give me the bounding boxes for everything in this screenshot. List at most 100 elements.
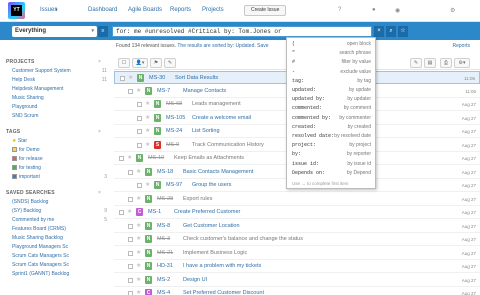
priority-badge[interactable]: N [154, 127, 161, 135]
saved-search-item[interactable]: Sprint1 (GANNT) Backlog [12, 271, 69, 277]
issue-summary-link[interactable]: Create Preferred Customer [174, 209, 240, 215]
autocomplete-key[interactable]: resolved date: [292, 133, 334, 139]
sort-info-link[interactable]: The results are sorted by: Updated. Save [177, 43, 268, 49]
priority-badge[interactable]: N [145, 275, 152, 284]
avatar[interactable]: ◉ [395, 7, 400, 14]
table-row[interactable]: ★ N MS-3 Check customer's balance and chang… [114, 233, 480, 246]
issue-summary-link[interactable]: Track Communication History [192, 142, 264, 148]
priority-badge[interactable]: N [154, 113, 161, 122]
sidebar-project-snd-scrum[interactable]: SND Scrum [12, 113, 38, 119]
saved-search-item[interactable]: Commented by me 5 [12, 217, 107, 223]
priority-badge[interactable]: C [145, 289, 152, 295]
row-checkbox[interactable] [119, 210, 124, 215]
priority-badge[interactable]: N [145, 221, 152, 230]
saved-search-item[interactable]: Features Board (CRMS) [12, 226, 66, 232]
issue-id-link[interactable]: MS-4 [157, 290, 170, 295]
issue-summary-link[interactable]: Export rules [183, 196, 212, 202]
issue-id-link[interactable]: MS-97 [166, 182, 182, 188]
issue-id-link[interactable]: MS-18 [157, 169, 173, 175]
row-checkbox[interactable] [128, 264, 133, 269]
table-row[interactable]: ★ C MS-1 Create Preferred Customer Aug 27 [114, 206, 480, 219]
sidebar-tag-star[interactable]: ★ Star [12, 138, 27, 144]
issue-id-link[interactable]: MS-68 [166, 101, 182, 107]
star-icon[interactable]: ★ [145, 181, 150, 188]
saved-search-item[interactable]: (SY) Backlog 9 [12, 208, 107, 214]
row-checkbox[interactable] [128, 223, 133, 229]
star-icon[interactable]: ★ [145, 141, 150, 148]
issue-id-link[interactable]: MS-105 [166, 115, 185, 121]
priority-badge[interactable]: N [145, 86, 152, 95]
star-icon[interactable]: ★ [136, 87, 141, 94]
star-icon[interactable]: ★ [145, 100, 150, 107]
issue-summary-link[interactable]: Sort Data Results [175, 75, 218, 81]
help-icon[interactable]: ? [338, 7, 341, 13]
sidebar-project-music-sharing[interactable]: Music Sharing [12, 95, 44, 101]
issue-summary-link[interactable]: I have a problem with my tickets [183, 263, 261, 269]
reports-dropdown[interactable]: Reports [452, 43, 470, 49]
priority-badge[interactable]: C [136, 208, 143, 216]
issue-summary-link[interactable]: Basic Contacts Management [183, 169, 253, 175]
autocomplete-key[interactable]: Depends on: [292, 170, 325, 176]
issue-id-link[interactable]: MS-2 [157, 277, 170, 283]
nav-dashboard[interactable]: Dashboard [88, 7, 117, 13]
issue-summary-link[interactable]: List Sorting [192, 128, 220, 134]
issue-summary-link[interactable]: Leads management [192, 101, 241, 107]
autocomplete-key[interactable]: commented: [292, 105, 322, 111]
table-row[interactable]: ★ C MS-4 Set Preferred Customer Discount Aug… [114, 287, 480, 295]
sidebar-tag-important[interactable]: important 3 [12, 174, 107, 180]
issue-id-link[interactable]: MS-8 [157, 223, 170, 229]
collapse-icon[interactable]: × [98, 59, 101, 65]
issue-summary-link[interactable]: Group the users [192, 182, 231, 188]
star-icon[interactable]: ★ [136, 235, 141, 242]
settings-button[interactable]: ⚙▾ [454, 58, 470, 68]
sidebar-project-help-desk[interactable]: Help Desk 11 [12, 77, 107, 83]
create-issue-button[interactable]: Create Issue [244, 5, 287, 16]
bell-icon[interactable]: ● [372, 7, 376, 13]
gear-icon[interactable]: ⚙ [450, 7, 455, 14]
issue-summary-link[interactable]: Get Customer Location [183, 223, 240, 229]
issue-summary-link[interactable]: Create a welcome email [192, 115, 251, 121]
star-icon[interactable]: ★ [145, 114, 150, 121]
youtrack-logo[interactable]: YT [8, 2, 25, 19]
star-icon[interactable]: ★ [136, 276, 141, 283]
saved-search-item[interactable]: Music Sharing Backlog [12, 235, 63, 241]
autocomplete-key[interactable]: commented by: [292, 115, 331, 121]
issue-summary-link[interactable]: Manage Contacts [183, 88, 226, 94]
search-icon[interactable]: ⌕ [386, 26, 396, 37]
saved-search-item[interactable]: Playground Managers Sc [12, 244, 68, 250]
autocomplete-key[interactable]: updated by: [292, 96, 325, 102]
issue-id-link[interactable]: MS-9 [166, 142, 179, 148]
issue-id-link[interactable]: MS-7 [157, 88, 170, 94]
search-context-select[interactable]: Everything ▾ [12, 26, 97, 37]
print-button[interactable]: ⎙ [440, 58, 452, 68]
issue-summary-link[interactable]: Design UI [183, 277, 207, 283]
row-checkbox[interactable] [128, 250, 133, 256]
row-checkbox[interactable] [128, 237, 133, 242]
table-row[interactable]: ★ N HD-31 I have a problem with my tickets A… [114, 260, 480, 273]
assignee-button[interactable]: 👤▾ [132, 58, 148, 68]
saved-search-item[interactable]: Scrum Cats Managers Sc [12, 262, 69, 268]
nav-reports[interactable]: Reports [170, 7, 191, 13]
sidebar-project-helpdesk-management[interactable]: Helpdesk Management [12, 86, 63, 92]
autocomplete-key[interactable]: " [292, 50, 295, 56]
star-icon[interactable]: ★ [127, 208, 132, 215]
star-icon[interactable]: ★ [127, 154, 132, 161]
autocomplete-key[interactable]: created: [292, 124, 316, 130]
issue-summary-link[interactable]: Set Preferred Customer Discount [183, 290, 264, 295]
row-checkbox[interactable] [119, 156, 124, 161]
star-search-icon[interactable]: ☆ [398, 26, 408, 37]
row-checkbox[interactable] [137, 115, 142, 121]
table-row[interactable]: ★ N MS-28 Export rules Aug 27 [114, 193, 480, 206]
row-checkbox[interactable] [128, 277, 133, 283]
star-icon[interactable]: ★ [136, 195, 141, 202]
autocomplete-key[interactable]: issue id: [292, 161, 319, 167]
row-checkbox[interactable] [128, 196, 133, 202]
collapse-icon[interactable]: × [98, 129, 101, 135]
priority-badge[interactable]: N [145, 262, 152, 270]
star-icon[interactable]: ★ [136, 249, 141, 256]
collapse-icon[interactable]: × [98, 190, 101, 196]
table-row[interactable]: ★ N MS-8 Get Customer Location Aug 27 [114, 220, 480, 233]
row-checkbox[interactable] [120, 76, 125, 81]
autocomplete-key[interactable]: by: [292, 151, 301, 157]
autocomplete-key[interactable]: updated: [292, 87, 316, 93]
